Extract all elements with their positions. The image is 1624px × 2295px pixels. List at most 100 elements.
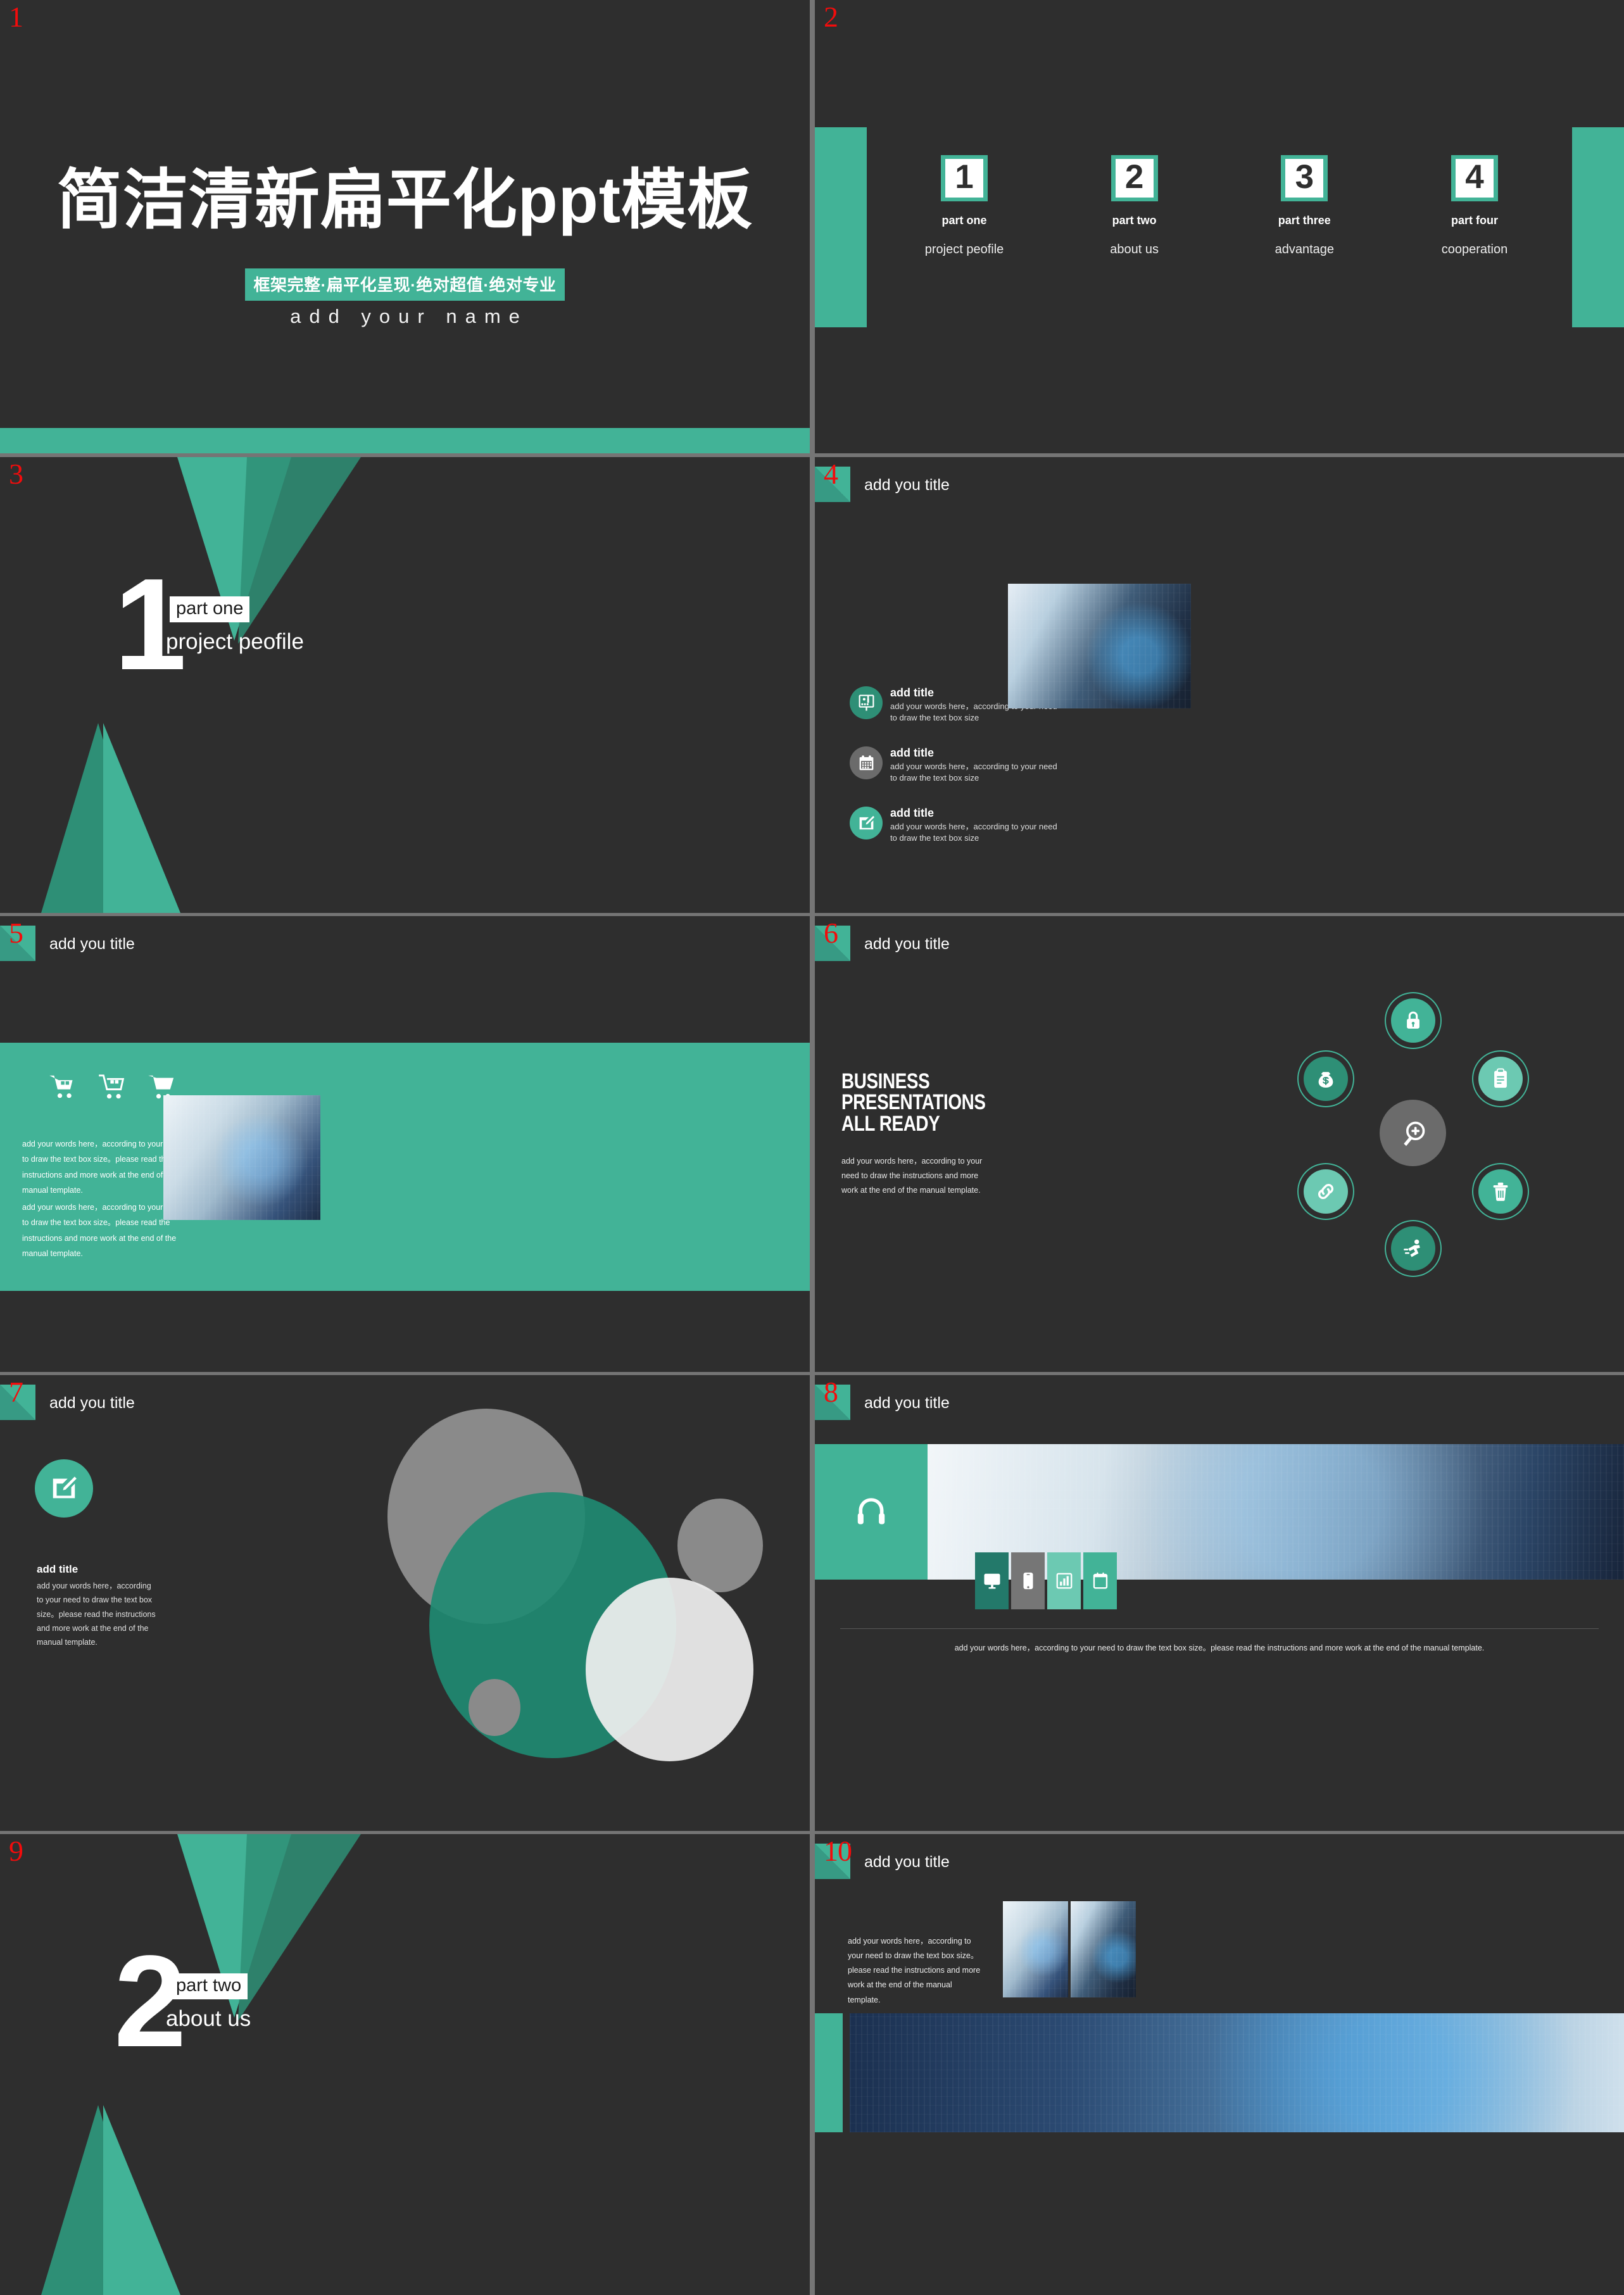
agenda-part-4: part four	[1451, 214, 1498, 227]
left-accent-bar	[815, 127, 867, 327]
slide-deck-contact-sheet: 1 简洁清新扁平化ppt模板 框架完整·扁平化呈现·绝对超值·绝对专业 add …	[0, 0, 1624, 2295]
slide-7[interactable]: 7 add you title add title add your words…	[0, 1375, 810, 1831]
tablet-touch-photo	[163, 1095, 320, 1220]
cart-icon-row	[49, 1074, 176, 1100]
heading-line-2: PRESENTATIONS	[841, 1090, 986, 1115]
section-subtitle-2: about us	[166, 2006, 251, 2031]
agenda-part-2: part two	[1112, 214, 1157, 227]
agenda-number-box-2: 2	[1111, 155, 1158, 201]
hub-and-spoke-diagram	[1258, 986, 1568, 1283]
slide-8[interactable]: 8 add you title add your words here，acco…	[815, 1375, 1624, 1831]
slide-6-paragraph: add your words here，according to your ne…	[841, 1157, 983, 1195]
shopping-cart-icon	[49, 1075, 73, 1098]
slide-9[interactable]: 9 2 part two about us	[0, 1834, 810, 2295]
page-number-6: 6	[824, 917, 838, 949]
agenda-number-box-1: 1	[941, 155, 988, 201]
page-number-10: 10	[824, 1835, 852, 1867]
page-number-1: 1	[9, 1, 23, 33]
agenda-part-1: part one	[941, 214, 987, 227]
agenda-number-box-3: 3	[1281, 155, 1328, 201]
page-number-9: 9	[9, 1835, 23, 1867]
feature-item-2[interactable]: add title add your words here，according …	[850, 746, 1059, 783]
feature-list: add title add your words here，according …	[850, 686, 1059, 867]
feature-title-2: add title	[890, 746, 935, 760]
agenda-number-4: 4	[1455, 159, 1494, 198]
teal-content-panel: add your words here，according to your ne…	[0, 1043, 810, 1291]
heading-line-3: ALL READY	[841, 1111, 940, 1136]
keyboard-typing-photo	[1003, 1901, 1068, 1997]
slide-10-paragraph: add your words here，according to your ne…	[848, 1937, 981, 2004]
section-number-2: 2	[114, 1928, 187, 2074]
triangle-decoration-bottom	[41, 2105, 180, 2295]
page-number-3: 3	[9, 458, 23, 490]
section-tag-1: part one	[170, 596, 250, 622]
agenda-desc-2: about us	[1110, 242, 1159, 256]
slide-7-paragraph: add your words here，according to your ne…	[37, 1581, 156, 1647]
feature-title-3: add title	[890, 807, 935, 820]
feature-body-3: add your words here，according to your ne…	[890, 822, 1057, 843]
smartphone-icon[interactable]	[1011, 1552, 1045, 1609]
slide-4[interactable]: 4 add you title add title add your words…	[815, 457, 1624, 913]
touch-interface-photo	[1071, 1901, 1136, 1997]
feature-item-3[interactable]: add title add your words here，according …	[850, 807, 1059, 843]
trash-icon[interactable]	[1478, 1169, 1523, 1214]
bar-chart-icon[interactable]	[1047, 1552, 1081, 1609]
lock-icon[interactable]	[1391, 998, 1435, 1043]
calendar-icon	[850, 746, 883, 780]
title-footer-bar	[0, 428, 810, 453]
slide-6[interactable]: 6 add you title BUSINESS PRESENTATIONS A…	[815, 916, 1624, 1372]
heading-line-1: BUSINESS	[841, 1069, 930, 1093]
shopping-cart-icon	[99, 1074, 125, 1099]
slide-4-header: add you title	[864, 476, 950, 494]
panel-paragraph-2: add your words here，according to your ne…	[22, 1203, 183, 1259]
section-subtitle-1: project peofile	[166, 629, 304, 654]
agenda-item-1[interactable]: 1 part one project peofile	[918, 155, 1010, 257]
slide-8-footer-text: add your words here，according to your ne…	[954, 1644, 1485, 1652]
feature-band	[815, 1444, 1624, 1580]
page-number-5: 5	[9, 917, 23, 949]
section-tag-2: part two	[170, 1973, 248, 1999]
section-number-1: 1	[114, 551, 187, 697]
slide-7-title: add title	[37, 1563, 79, 1575]
agenda-item-2[interactable]: 2 part two about us	[1088, 155, 1181, 257]
page-number-7: 7	[9, 1376, 23, 1408]
bubble-gray-small	[469, 1679, 520, 1736]
agenda-item-4[interactable]: 4 part four cooperation	[1428, 155, 1521, 257]
monitor-icon[interactable]	[975, 1552, 1009, 1609]
author-placeholder: add your name	[290, 305, 528, 327]
calendar-icon[interactable]	[1083, 1552, 1117, 1609]
slide-3[interactable]: 3 1 part one project peofile	[0, 457, 810, 913]
panel-paragraph-1: add your words here，according to your ne…	[22, 1140, 183, 1195]
edit-note-icon[interactable]	[35, 1459, 93, 1518]
clipboard-icon[interactable]	[1478, 1057, 1523, 1101]
agenda-item-3[interactable]: 3 part three advantage	[1258, 155, 1350, 257]
slide-5[interactable]: 5 add you title add your words here，acco…	[0, 916, 810, 1372]
money-bag-icon[interactable]	[1304, 1057, 1348, 1101]
agenda-number-1: 1	[945, 159, 983, 198]
magnifier-plus-icon[interactable]	[1380, 1100, 1446, 1166]
deck-subtitle-banner: 框架完整·扁平化呈现·绝对超值·绝对专业	[244, 268, 565, 301]
device-tile-row	[975, 1552, 1117, 1609]
link-icon[interactable]	[1304, 1169, 1348, 1214]
agenda-row: 1 part one project peofile 2 part two ab…	[918, 155, 1521, 257]
agenda-number-2: 2	[1115, 159, 1154, 198]
slide-10-header: add you title	[864, 1853, 950, 1871]
agenda-desc-4: cooperation	[1441, 242, 1508, 256]
bubble-white-large	[586, 1578, 753, 1761]
slide-8-header: add you title	[864, 1394, 950, 1412]
page-number-4: 4	[824, 458, 838, 490]
business-touchscreen-photo	[1008, 584, 1191, 708]
agenda-part-3: part three	[1278, 214, 1331, 227]
slide-1[interactable]: 1 简洁清新扁平化ppt模板 框架完整·扁平化呈现·绝对超值·绝对专业 add …	[0, 0, 810, 453]
right-accent-bar	[1572, 127, 1624, 327]
slide-10[interactable]: 10 add you title add your words here，acc…	[815, 1834, 1624, 2295]
bubble-gray-right	[677, 1499, 763, 1592]
business-dashboard-photo	[850, 2013, 1624, 2132]
runner-icon[interactable]	[1391, 1226, 1435, 1271]
slide-2[interactable]: 2 1 part one project peofile 2 part two …	[815, 0, 1624, 453]
slide-5-header: add you title	[49, 935, 135, 953]
page-number-8: 8	[824, 1376, 838, 1408]
edit-note-icon	[850, 807, 883, 840]
slide-6-header: add you title	[864, 935, 950, 953]
agenda-desc-1: project peofile	[924, 242, 1004, 256]
